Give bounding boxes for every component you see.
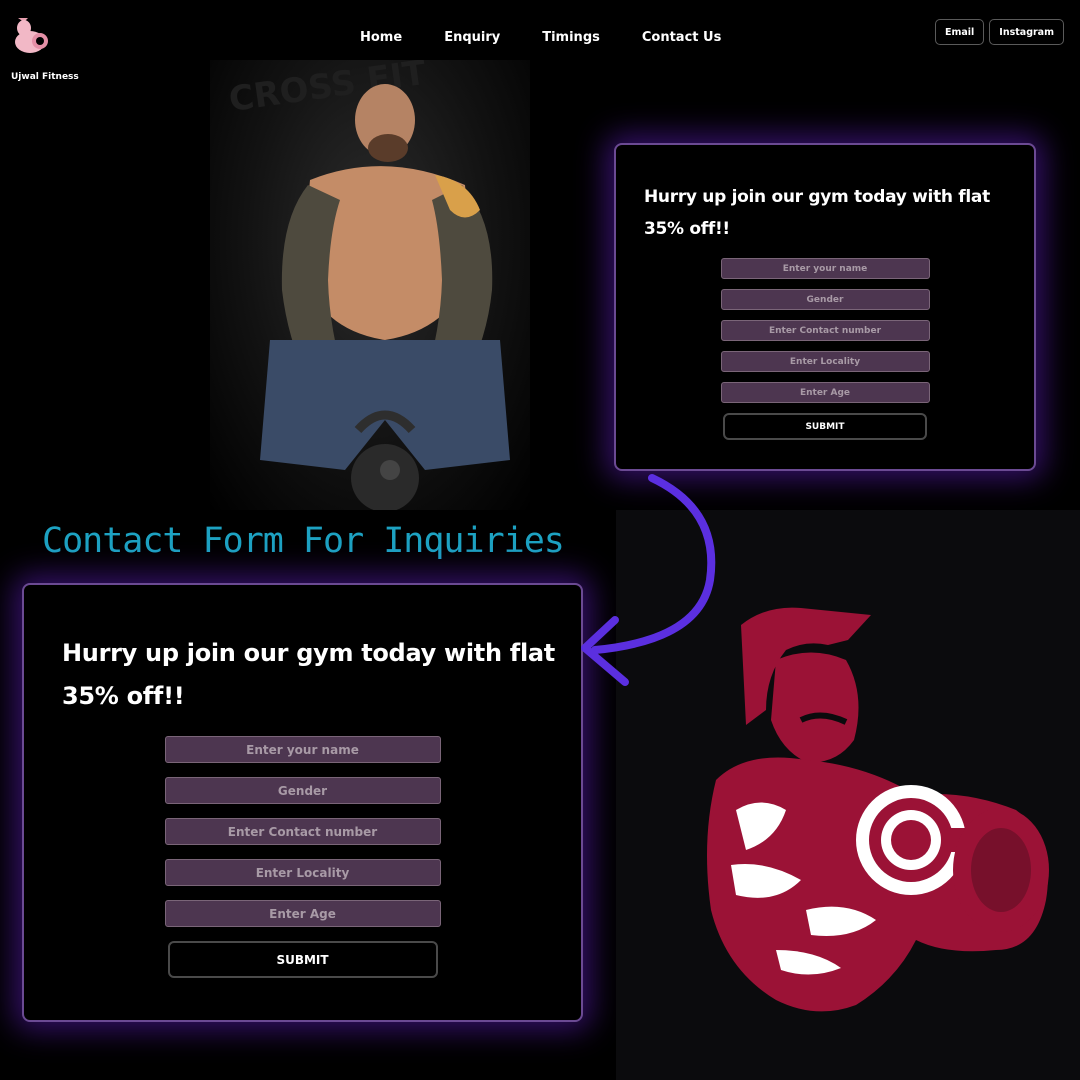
- age-input-large[interactable]: [164, 900, 441, 927]
- form-fields: SUBMIT: [616, 258, 1034, 440]
- contact-number-input[interactable]: [720, 320, 930, 341]
- locality-input[interactable]: [720, 351, 930, 372]
- brand-logo-icon: [15, 18, 48, 53]
- nav-links: Home Enquiry Timings Contact Us: [360, 30, 763, 45]
- caption-text: Contact Form For Inquiries: [42, 521, 565, 561]
- nav-timings[interactable]: Timings: [542, 30, 600, 45]
- enquiry-form-card-small: Hurry up join our gym today with flat 35…: [614, 143, 1036, 471]
- form-title-large-line2: 35% off!!: [62, 682, 185, 710]
- nav-enquiry[interactable]: Enquiry: [444, 30, 500, 45]
- social-buttons: Email Instagram: [934, 19, 1064, 45]
- form-title-line2: 35% off!!: [644, 219, 730, 239]
- gender-input-large[interactable]: [164, 777, 441, 804]
- curved-arrow-icon: [581, 474, 716, 686]
- locality-input-large[interactable]: [164, 859, 441, 886]
- athlete-illustration: CROSS FIT: [226, 60, 510, 510]
- age-input[interactable]: [720, 382, 930, 403]
- submit-button[interactable]: SUBMIT: [723, 413, 927, 440]
- hero-image: CROSS FIT: [210, 60, 530, 510]
- name-input[interactable]: [720, 258, 930, 279]
- email-button[interactable]: Email: [934, 19, 985, 45]
- form-title: Hurry up join our gym today with flat 35…: [644, 181, 1014, 245]
- submit-button-large[interactable]: SUBMIT: [167, 941, 438, 978]
- form-title-line1: Hurry up join our gym today with flat: [644, 187, 990, 207]
- name-input-large[interactable]: [164, 736, 441, 763]
- contact-number-input-large[interactable]: [164, 818, 441, 845]
- navbar: Ujwal Fitness Home Enquiry Timings Conta…: [0, 0, 1080, 82]
- instagram-button[interactable]: Instagram: [989, 19, 1064, 45]
- nav-contact-us[interactable]: Contact Us: [642, 30, 721, 45]
- form-title-large-line1: Hurry up join our gym today with flat: [62, 639, 555, 667]
- form-title-large: Hurry up join our gym today with flat 35…: [62, 632, 562, 718]
- brand-name: Ujwal Fitness: [11, 72, 79, 82]
- gender-input[interactable]: [720, 289, 930, 310]
- form-fields-large: SUBMIT: [24, 736, 581, 978]
- brand-logo[interactable]: Ujwal Fitness: [10, 16, 79, 82]
- nav-home[interactable]: Home: [360, 30, 402, 45]
- enquiry-form-card-large: Hurry up join our gym today with flat 35…: [22, 583, 583, 1022]
